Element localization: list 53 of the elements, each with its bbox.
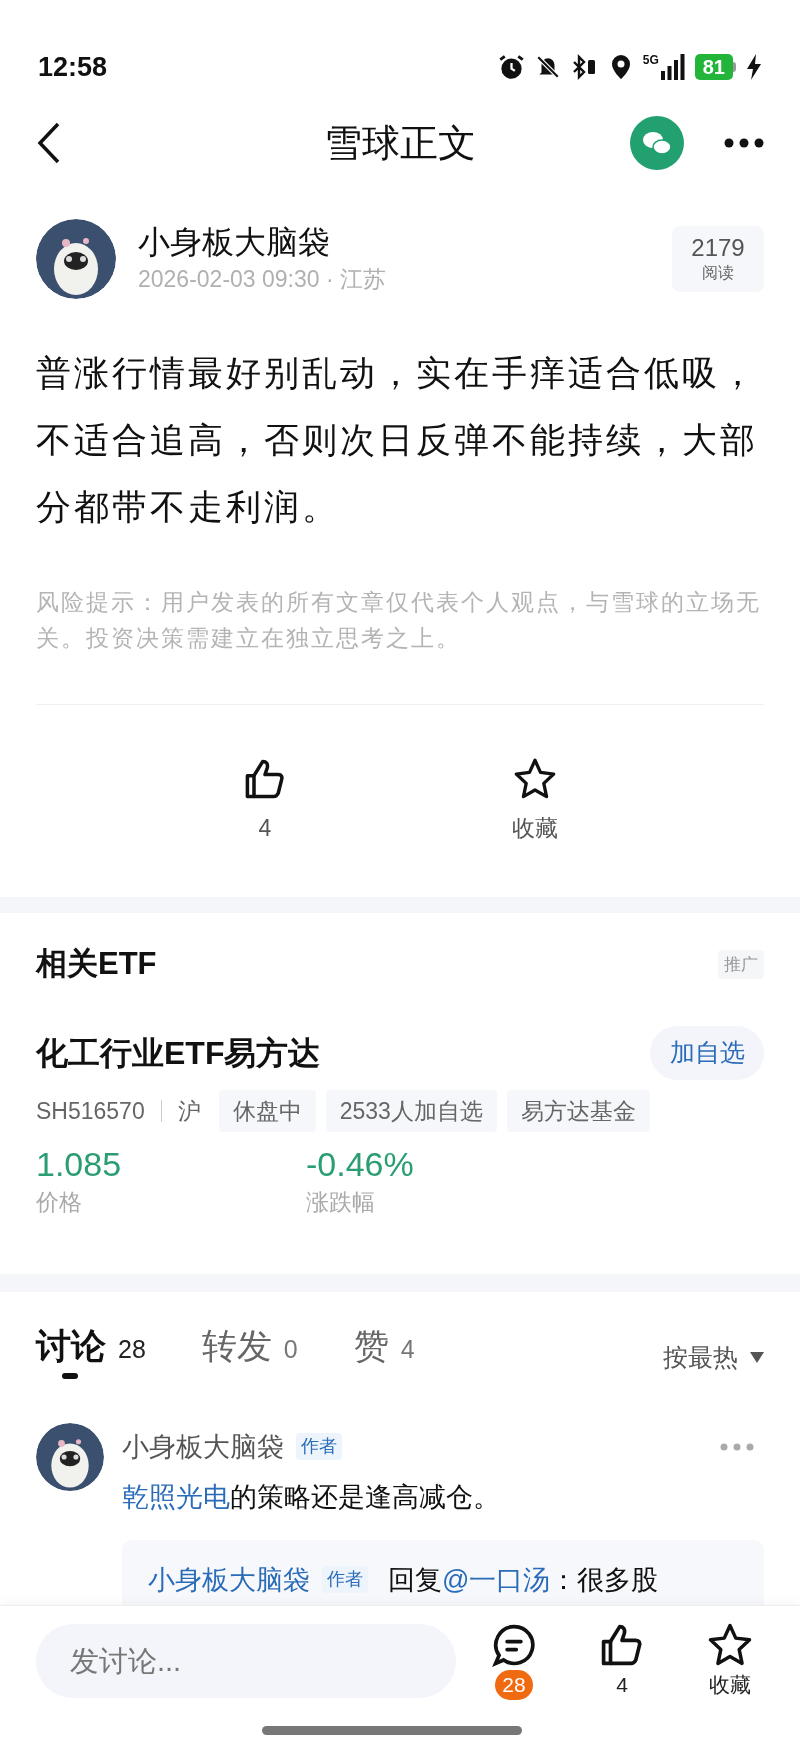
fund-tag: 易方达基金 [506, 1089, 650, 1132]
favorite-button[interactable]: 收藏 [495, 757, 575, 897]
sort-dropdown[interactable]: 按最热 [663, 1339, 738, 1377]
clock-time: 12:58 [38, 50, 108, 84]
signal-icon [660, 54, 685, 80]
stat-value: -0.46% [306, 1144, 414, 1185]
alarm-icon [497, 53, 525, 81]
author-name[interactable]: 小身板大脑袋 [138, 222, 387, 262]
comment-text: 乾照光电的策略还是逢高减仓。 [122, 1481, 501, 1514]
fund-tag: 休盘中 [218, 1089, 316, 1132]
wechat-share-icon[interactable] [630, 116, 684, 170]
avatar[interactable] [36, 1422, 104, 1491]
comment-icon [491, 1622, 537, 1668]
fund-name[interactable]: 化工行业ETF易方达 [36, 1028, 321, 1077]
discussion-tab[interactable]: 转发 0 [201, 1320, 298, 1383]
reply-text: 回复@一口汤：很多股 [388, 1563, 659, 1597]
stock-link[interactable]: 乾照光电 [122, 1482, 230, 1512]
stat-label: 价格 [36, 1188, 83, 1217]
back-icon[interactable] [36, 121, 62, 165]
commenter-name[interactable]: 小身板大脑袋 [122, 1426, 284, 1467]
avatar[interactable] [36, 219, 116, 299]
discussion-tab[interactable]: 赞 4 [353, 1320, 415, 1383]
star-icon [513, 757, 557, 801]
mention-link[interactable]: @一口汤 [442, 1564, 551, 1595]
muted-bell-icon [534, 54, 561, 80]
add-watchlist-button[interactable]: 加自选 [650, 1025, 764, 1080]
battery-indicator: 81 [694, 54, 736, 80]
fund-code: SH516570 [36, 1096, 145, 1126]
dropdown-caret-icon[interactable] [750, 1352, 764, 1364]
discussion-tab[interactable]: 讨论 28 [36, 1320, 146, 1383]
section-title: 相关ETF [36, 945, 157, 983]
author-badge: 作者 [296, 1433, 342, 1461]
network-type: 5G [642, 54, 659, 66]
more-icon[interactable] [724, 138, 764, 148]
charging-icon [746, 54, 762, 80]
favorite-button[interactable]: 收藏 [696, 1622, 764, 1700]
page-title: 雪球正文 [324, 120, 476, 166]
read-count-badge: 2179 阅读 [672, 226, 764, 292]
post-body: 普涨行情最好别乱动，实在手痒适合低吸，不适合追高，否则次日反弹不能持续，大部分都带不走利润。 [35, 352, 759, 528]
thumbs-up-icon [243, 757, 287, 801]
like-button[interactable]: 4 [225, 757, 305, 897]
discussion-input[interactable]: 发讨论... [36, 1624, 456, 1698]
fund-tag: 2533人加自选 [325, 1089, 497, 1132]
author-badge: 作者 [322, 1565, 368, 1593]
ad-tag: 推广 [718, 949, 764, 979]
like-button[interactable]: 4 [588, 1622, 656, 1700]
market-label: 沪 [177, 1096, 201, 1126]
star-icon [707, 1622, 753, 1668]
reply-author[interactable]: 小身板大脑袋 [148, 1559, 310, 1600]
stat-value: 1.085 [36, 1144, 123, 1185]
stat-label: 涨跌幅 [306, 1188, 376, 1217]
risk-disclaimer: 风险提示：用户发表的所有文章仅代表个人观点，与雪球的立场无关。投资决策需建立在独立思考之上。 [35, 588, 762, 653]
post-meta: 2026-02-03 09:30 · 江苏 [138, 265, 387, 294]
